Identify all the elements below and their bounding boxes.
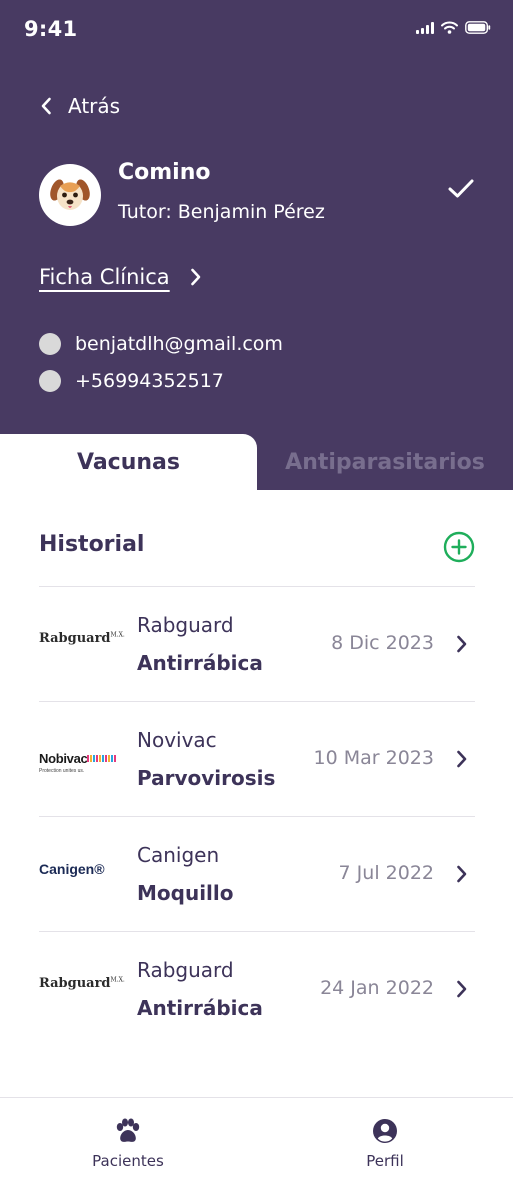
profile-icon [373,1119,397,1143]
signal-icon [416,21,434,34]
vaccine-brand: Novivac [137,728,217,752]
email-text[interactable]: benjatdlh@gmail.com [75,333,283,355]
chevron-right-icon [457,865,467,883]
plus-circle-icon [443,531,475,563]
vaccine-date: 24 Jan 2022 [320,977,434,999]
vaccine-brand: Rabguard [137,613,234,637]
status-icons [416,21,491,34]
nav-pacientes[interactable]: Pacientes [68,1118,188,1170]
bottom-nav: Pacientes Perfil [0,1097,513,1197]
vaccine-type: Antirrábica [137,651,263,675]
status-time: 9:41 [24,17,78,41]
vaccine-date: 8 Dic 2023 [331,632,434,654]
battery-icon [465,21,491,34]
list-item[interactable]: RabguardM.X. Rabguard Antirrábica 8 Dic … [39,586,475,701]
chevron-right-icon [457,635,467,653]
email-bullet-icon [39,333,61,355]
chevron-right-icon [457,750,467,768]
list-item[interactable]: Nobivac Protection unites us. Novivac Pa… [39,701,475,816]
confirm-button[interactable] [447,178,475,204]
clinical-record-label: Ficha Clínica [39,265,170,289]
pet-name: Comino [118,160,211,185]
tab-vacunas[interactable]: Vacunas [0,434,257,490]
pet-avatar [39,164,101,226]
tab-bar: Vacunas Antiparasitarios [0,434,513,490]
patient-header: 9:41 Atrás Comino Tutor: Benjamin Pérez … [0,0,513,490]
rabguard-logo: RabguardM.X. [39,976,125,991]
rabguard-logo: RabguardM.X. [39,631,125,646]
list-item[interactable]: Canigen® Canigen Moquillo 7 Jul 2022 [39,816,475,931]
clinical-record-link[interactable]: Ficha Clínica [39,265,202,289]
section-title: Historial [39,532,145,557]
vaccine-type: Moquillo [137,881,234,905]
vaccine-brand: Canigen [137,843,220,867]
paw-icon [116,1118,140,1142]
vaccine-list: RabguardM.X. Rabguard Antirrábica 8 Dic … [39,586,475,1046]
phone-text[interactable]: +56994352517 [75,370,224,392]
list-item[interactable]: RabguardM.X. Rabguard Antirrábica 24 Jan… [39,931,475,1046]
vaccine-date: 10 Mar 2023 [313,747,434,769]
chevron-right-icon [457,980,467,998]
chevron-left-icon [41,97,51,115]
canigen-logo: Canigen® [39,861,105,877]
email-row: benjatdlh@gmail.com [39,333,283,355]
wifi-icon [441,21,458,34]
nav-perfil[interactable]: Perfil [325,1118,445,1170]
back-button[interactable]: Atrás [40,94,120,118]
vaccine-type: Parvovirosis [137,766,276,790]
phone-bullet-icon [39,370,61,392]
back-label: Atrás [68,94,121,118]
phone-row: +56994352517 [39,370,224,392]
vaccine-type: Antirrábica [137,996,263,1020]
check-icon [448,179,474,198]
tab-antiparasitarios[interactable]: Antiparasitarios [257,434,513,490]
vaccine-date: 7 Jul 2022 [338,862,434,884]
pet-tutor: Tutor: Benjamin Pérez [118,201,325,223]
nav-label-pacientes: Pacientes [92,1152,164,1170]
chevron-right-icon [190,268,200,286]
dog-face-icon [50,179,90,210]
nobivac-dots-icon [87,755,118,763]
add-vaccine-button[interactable] [443,531,475,567]
nobivac-logo: Nobivac Protection unites us. [39,750,118,774]
status-bar: 9:41 [0,0,513,60]
nav-label-perfil: Perfil [366,1152,404,1170]
vaccine-brand: Rabguard [137,958,234,982]
